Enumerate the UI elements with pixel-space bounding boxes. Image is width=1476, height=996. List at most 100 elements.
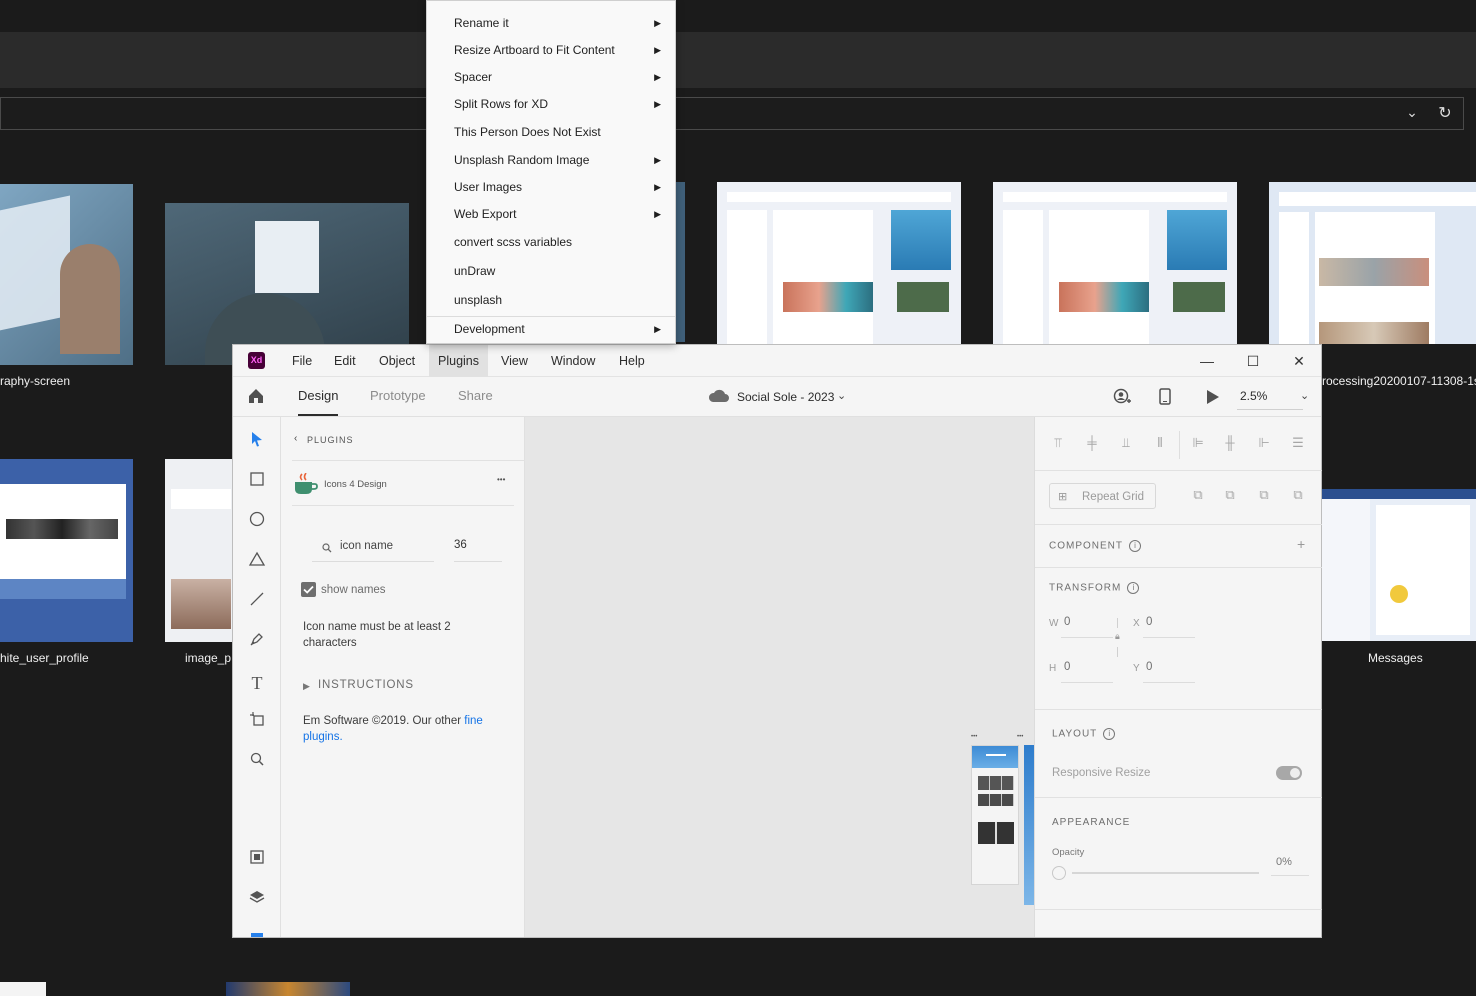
info-icon[interactable]: i: [1127, 582, 1140, 594]
align-top-icon[interactable]: ⫪: [1049, 435, 1067, 453]
width-input[interactable]: 0: [1064, 616, 1070, 628]
menu-item-unsplash-random-image[interactable]: Unsplash Random Image ▶: [427, 147, 675, 174]
opacity-slider-track[interactable]: [1072, 872, 1259, 874]
assets-icon[interactable]: [245, 849, 269, 873]
polygon-tool-icon[interactable]: [245, 551, 269, 575]
menu-item-undraw[interactable]: unDraw: [427, 258, 675, 285]
menu-help[interactable]: Help: [610, 345, 654, 377]
document-title[interactable]: Social Sole - 2023: [737, 390, 834, 404]
distribute-vertical-icon[interactable]: ☰: [1289, 435, 1307, 453]
show-names-label[interactable]: show names: [321, 584, 386, 596]
show-names-checkbox[interactable]: [301, 582, 316, 597]
user-invite-icon[interactable]: [1113, 388, 1133, 408]
boolean-add-icon[interactable]: ⧉: [1189, 487, 1207, 505]
menu-item-split-rows-for-xd[interactable]: Split Rows for XD ▶: [427, 91, 675, 118]
opacity-slider-handle[interactable]: [1052, 866, 1066, 880]
file-thumbnail[interactable]: [993, 182, 1237, 344]
ellipse-tool-icon[interactable]: [245, 511, 269, 535]
file-label[interactable]: hite_user_profile: [0, 651, 89, 665]
menu-item-rename-it[interactable]: Rename it ▶: [427, 10, 675, 37]
rectangle-tool-icon[interactable]: [245, 471, 269, 495]
tab-share[interactable]: Share: [458, 388, 493, 403]
file-thumbnail[interactable]: [165, 459, 233, 642]
menu-item-unsplash[interactable]: unsplash: [427, 287, 675, 314]
menu-view[interactable]: View: [492, 345, 537, 377]
boolean-subtract-icon[interactable]: ⧉: [1221, 487, 1239, 505]
file-thumbnail[interactable]: [0, 459, 133, 642]
artboard-thumbnail[interactable]: [1024, 745, 1034, 905]
text-tool-icon[interactable]: T: [245, 671, 269, 695]
repeat-grid-button[interactable]: ⊞ Repeat Grid: [1049, 483, 1156, 509]
menu-file[interactable]: File: [283, 345, 321, 377]
chevron-down-icon[interactable]: ⌄: [1300, 389, 1309, 402]
menu-item-user-images[interactable]: User Images ▶: [427, 174, 675, 201]
menu-window[interactable]: Window: [542, 345, 604, 377]
zoom-tool-icon[interactable]: [245, 751, 269, 775]
file-thumbnail[interactable]: [1269, 182, 1476, 344]
icon-search-input[interactable]: icon name: [340, 540, 393, 552]
boolean-intersect-icon[interactable]: ⧉: [1255, 487, 1273, 505]
file-thumbnail[interactable]: [165, 203, 409, 365]
select-tool-icon[interactable]: [245, 431, 269, 455]
menu-item-this-person-does-not-exist[interactable]: This Person Does Not Exist: [427, 119, 675, 146]
refresh-icon[interactable]: ↻: [1436, 103, 1454, 122]
boolean-exclude-icon[interactable]: ⧉: [1289, 487, 1307, 505]
file-thumbnail[interactable]: [717, 182, 961, 344]
file-label[interactable]: image_p: [185, 651, 231, 665]
plugins-icon[interactable]: [251, 933, 263, 937]
zoom-level[interactable]: 2.5%: [1240, 389, 1267, 403]
instructions-toggle[interactable]: INSTRUCTIONS: [318, 679, 414, 691]
chevron-down-icon[interactable]: ⌄: [1403, 104, 1421, 122]
add-component-icon[interactable]: +: [1297, 536, 1305, 552]
align-middle-icon[interactable]: ╪: [1083, 435, 1101, 453]
line-tool-icon[interactable]: [245, 591, 269, 615]
info-icon[interactable]: i: [1129, 540, 1141, 552]
disclosure-triangle-icon[interactable]: ▶: [303, 681, 310, 692]
device-preview-icon[interactable]: [1159, 388, 1175, 408]
maximize-icon[interactable]: ☐: [1243, 351, 1263, 371]
info-icon[interactable]: i: [1103, 728, 1116, 740]
layers-icon[interactable]: [245, 889, 269, 913]
pen-tool-icon[interactable]: [245, 631, 269, 655]
menu-edit[interactable]: Edit: [325, 345, 365, 377]
menu-item-web-export[interactable]: Web Export ▶: [427, 201, 675, 228]
menu-item-convert-scss-variables[interactable]: convert scss variables: [427, 229, 675, 256]
menu-object[interactable]: Object: [370, 345, 424, 377]
explorer-address-bar[interactable]: [0, 97, 1464, 130]
more-options-icon[interactable]: •••: [497, 475, 505, 484]
lock-aspect-icon[interactable]: 🔒︎: [1115, 631, 1120, 642]
chevron-left-icon[interactable]: ‹: [294, 433, 297, 444]
tab-design[interactable]: Design: [298, 388, 338, 403]
y-input[interactable]: 0: [1146, 661, 1152, 673]
file-label[interactable]: rocessing20200107-11308-1sv: [1322, 374, 1476, 388]
file-thumbnail[interactable]: [0, 184, 133, 365]
opacity-value[interactable]: 0%: [1276, 856, 1292, 868]
plugins-back-label[interactable]: PLUGINS: [307, 435, 354, 445]
distribute-horizontal-icon[interactable]: ⫴: [1151, 435, 1169, 453]
icon-size-input[interactable]: 36: [454, 539, 467, 551]
responsive-resize-toggle[interactable]: [1276, 766, 1302, 780]
artboard-menu-dots[interactable]: •••: [1017, 734, 1023, 740]
menu-plugins[interactable]: Plugins: [429, 345, 488, 377]
minimize-icon[interactable]: —: [1197, 351, 1217, 371]
align-center-icon[interactable]: ╫: [1221, 435, 1239, 453]
tab-prototype[interactable]: Prototype: [370, 388, 426, 403]
menu-item-development[interactable]: Development ▶: [427, 316, 675, 343]
height-input[interactable]: 0: [1064, 661, 1070, 673]
file-label[interactable]: raphy-screen: [0, 374, 70, 388]
design-canvas[interactable]: ••• •••: [525, 417, 1034, 937]
file-thumbnail[interactable]: [0, 982, 46, 996]
file-label[interactable]: Messages: [1368, 651, 1423, 665]
artboard-menu-dots[interactable]: •••: [971, 734, 977, 740]
menu-item-spacer[interactable]: Spacer ▶: [427, 64, 675, 91]
menu-item-resize-artboard-to-fit-content[interactable]: Resize Artboard to Fit Content ▶: [427, 37, 675, 64]
close-icon[interactable]: ✕: [1289, 351, 1309, 371]
file-thumbnail[interactable]: [226, 982, 350, 996]
align-left-icon[interactable]: ⊫: [1189, 435, 1207, 453]
play-icon[interactable]: [1206, 389, 1222, 407]
align-right-icon[interactable]: ⊩: [1255, 435, 1273, 453]
align-bottom-icon[interactable]: ⫫: [1117, 435, 1135, 453]
x-input[interactable]: 0: [1146, 616, 1152, 628]
home-icon[interactable]: [247, 387, 267, 407]
artboard-thumbnail[interactable]: [971, 745, 1019, 885]
